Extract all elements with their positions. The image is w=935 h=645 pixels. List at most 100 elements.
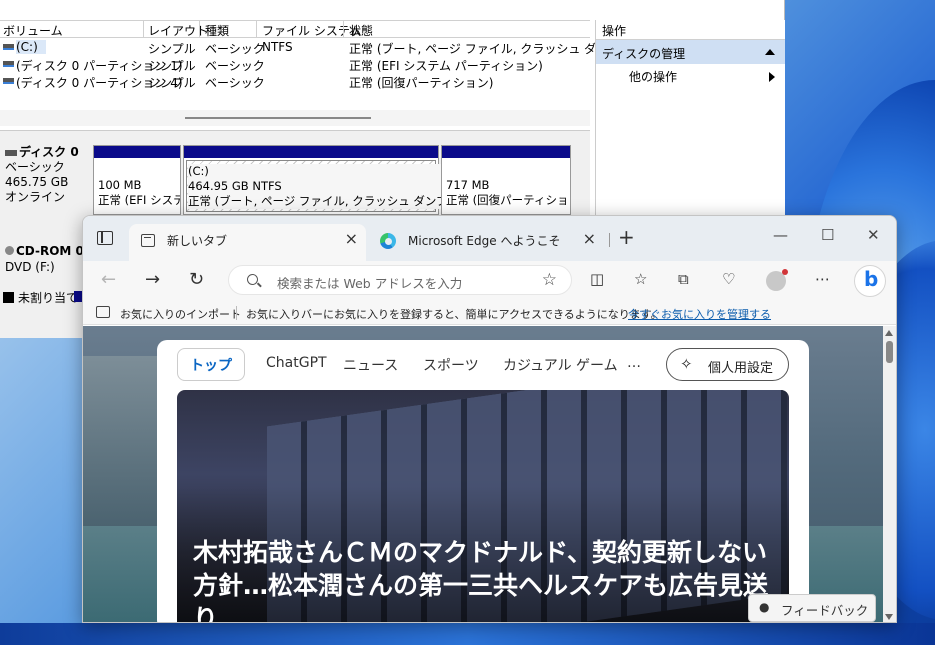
actions-section-label: ディスクの管理 (602, 47, 686, 61)
close-tab-icon[interactable]: × (345, 229, 358, 248)
favorites-icon[interactable]: ☆ (634, 270, 647, 288)
feed-tab-sports[interactable]: スポーツ (423, 355, 479, 375)
minimize-button[interactable]: — (773, 226, 788, 244)
col-status[interactable]: 状態 (349, 22, 373, 39)
volume-status: 正常 (EFI システム パーティション) (349, 59, 543, 73)
tab-label: 新しいタブ (167, 234, 228, 248)
actions-more-label: 他の操作 (629, 70, 678, 84)
browser-essentials-icon[interactable]: ♡ (722, 270, 735, 288)
col-filesystem[interactable]: ファイル システム (262, 22, 361, 39)
volume-name: (C:) (16, 40, 46, 54)
address-bar[interactable]: 検索または Web アドレスを入力 ☆ (228, 265, 572, 295)
hero-article[interactable]: 木村拓哉さんＣＭのマクドナルド、契約更新しない方針…松本潤さんの第一三共ヘルスケ… (177, 390, 789, 622)
personalize-label: 個人用設定 (708, 361, 774, 376)
disk-type: ベーシック (5, 160, 65, 174)
partition-efi[interactable]: 100 MB 正常 (EFI システ (93, 145, 181, 215)
disk-icon (5, 149, 17, 156)
feed-tab-news[interactable]: ニュース (343, 355, 398, 375)
collapse-icon[interactable] (765, 49, 775, 55)
actions-more[interactable]: 他の操作 (596, 64, 785, 86)
new-tab-button[interactable]: + (618, 225, 635, 249)
disk-name: ディスク 0 (19, 145, 79, 159)
volume-icon (3, 44, 14, 50)
forward-button[interactable]: → (145, 269, 160, 290)
cd-icon (5, 246, 14, 255)
background-image (83, 356, 163, 526)
edge-logo-icon (380, 233, 396, 249)
close-tab-icon[interactable]: × (583, 229, 596, 248)
scroll-thumb[interactable] (886, 341, 893, 363)
volume-list-header: ボリューム レイアウト 種類 ファイル システム 状態 (0, 20, 590, 38)
scroll-thumb[interactable] (185, 117, 371, 119)
favorites-bar: お気に入りのインポート お気に入りバーにお気に入りを登録すると、簡単にアクセスで… (83, 301, 896, 325)
tab-edge-welcome[interactable]: Microsoft Edge へようこそ × (370, 224, 604, 261)
feedback-button[interactable]: ● フィードバック (748, 594, 876, 622)
import-favorites-link[interactable]: お気に入りのインポート (120, 306, 241, 322)
profile-icon[interactable] (766, 269, 788, 291)
actions-title: 操作 (596, 20, 785, 40)
volume-layout: シンプル (148, 76, 196, 90)
chevron-right-icon (769, 72, 775, 82)
feed-tabs: トップ ChatGPT ニュース スポーツ カジュアル ゲーム … ✧ 個人用設… (157, 340, 809, 388)
more-icon[interactable]: ⋯ (815, 270, 830, 288)
volume-fs: NTFS (262, 40, 293, 54)
partition-status: 正常 (回復パーティション (446, 193, 570, 207)
feed-tab-chatgpt[interactable]: ChatGPT (266, 355, 327, 371)
favorites-hint: お気に入りバーにお気に入りを登録すると、簡単にアクセスできるようになります。 (246, 308, 662, 321)
partition-status: 正常 (EFI システ (98, 193, 180, 207)
scroll-up-icon[interactable] (885, 330, 893, 336)
disk-size: 465.75 GB (5, 175, 69, 189)
refresh-button[interactable]: ↻ (189, 269, 204, 290)
col-type[interactable]: 種類 (205, 22, 229, 39)
volume-layout: シンプル (148, 59, 196, 73)
close-window-button[interactable]: ✕ (867, 226, 880, 244)
volume-list-hscrollbar[interactable] (0, 110, 590, 126)
split-screen-icon[interactable]: ◫ (590, 270, 604, 288)
edge-browser-window: 新しいタブ × Microsoft Edge へようこそ × + — ☐ ✕ ←… (82, 215, 897, 623)
feed-tab-top[interactable]: トップ (177, 348, 245, 381)
tab-actions-icon[interactable] (97, 231, 113, 245)
partition-size: 717 MB (446, 178, 490, 192)
volume-row[interactable]: (ディスク 0 パーティション 4) シンプル ベーシック 正常 (回復パーティ… (0, 73, 590, 90)
collections-icon[interactable]: ⧉ (678, 270, 689, 288)
legend-unallocated-swatch (3, 292, 14, 303)
volume-type: ベーシック (205, 42, 265, 56)
actions-section-disk-management[interactable]: ディスクの管理 (596, 40, 785, 64)
maximize-button[interactable]: ☐ (821, 226, 834, 244)
cdrom-drive: DVD (F:) (5, 260, 55, 274)
address-placeholder: 検索または Web アドレスを入力 (277, 276, 463, 291)
page-vscrollbar[interactable] (883, 326, 896, 622)
cdrom-label[interactable]: CD-ROM 0 DVD (F:) (0, 240, 91, 278)
disk-0-label[interactable]: ディスク 0 ベーシック 465.75 GB オンライン (0, 141, 91, 211)
tab-separator (609, 233, 610, 247)
search-icon (247, 274, 258, 285)
partition-recovery[interactable]: 717 MB 正常 (回復パーティション (441, 145, 571, 215)
volume-icon (3, 61, 14, 67)
scroll-down-icon[interactable] (885, 614, 893, 620)
partition-c[interactable]: (C:) 464.95 GB NTFS 正常 (ブート, ページ ファイル, クラッ… (183, 145, 490, 215)
cdrom-name: CD-ROM 0 (16, 244, 84, 258)
tab-label: Microsoft Edge へようこそ (408, 234, 561, 248)
col-volume[interactable]: ボリューム (3, 22, 63, 39)
manage-favorites-link[interactable]: 今すぐお気に入りを管理する (628, 306, 771, 322)
legend-unallocated-label: 未割り当て (18, 291, 79, 305)
volume-type: ベーシック (205, 76, 265, 90)
back-button[interactable]: ← (101, 269, 116, 290)
add-favorite-icon[interactable]: ☆ (542, 270, 557, 290)
copilot-icon[interactable] (854, 265, 886, 297)
feed-tab-more[interactable]: … (627, 355, 641, 371)
new-tab-page: トップ ChatGPT ニュース スポーツ カジュアル ゲーム … ✧ 個人用設… (83, 326, 896, 622)
feed-tab-casual-games[interactable]: カジュアル ゲーム (503, 355, 618, 375)
personalize-icon: ✧ (680, 355, 693, 373)
new-tab-page-icon (141, 234, 155, 247)
tab-bar: 新しいタブ × Microsoft Edge へようこそ × + — ☐ ✕ (83, 216, 896, 261)
volume-row[interactable]: (C:) シンプル ベーシック NTFS 正常 (ブート, ページ ファイル, … (0, 39, 663, 56)
hero-headline[interactable]: 木村拓哉さんＣＭのマクドナルド、契約更新しない方針…松本潤さんの第一三共ヘルスケ… (193, 536, 778, 622)
personalize-button[interactable]: ✧ 個人用設定 (666, 348, 789, 381)
favbar-separator (236, 306, 237, 320)
volume-row[interactable]: (ディスク 0 パーティション 1) シンプル ベーシック 正常 (EFI シス… (0, 56, 590, 73)
disk-state: オンライン (5, 190, 66, 204)
feedback-icon: ● (759, 600, 770, 614)
tab-new-tab[interactable]: 新しいタブ × (129, 224, 366, 261)
volume-status: 正常 (回復パーティション) (349, 76, 494, 90)
